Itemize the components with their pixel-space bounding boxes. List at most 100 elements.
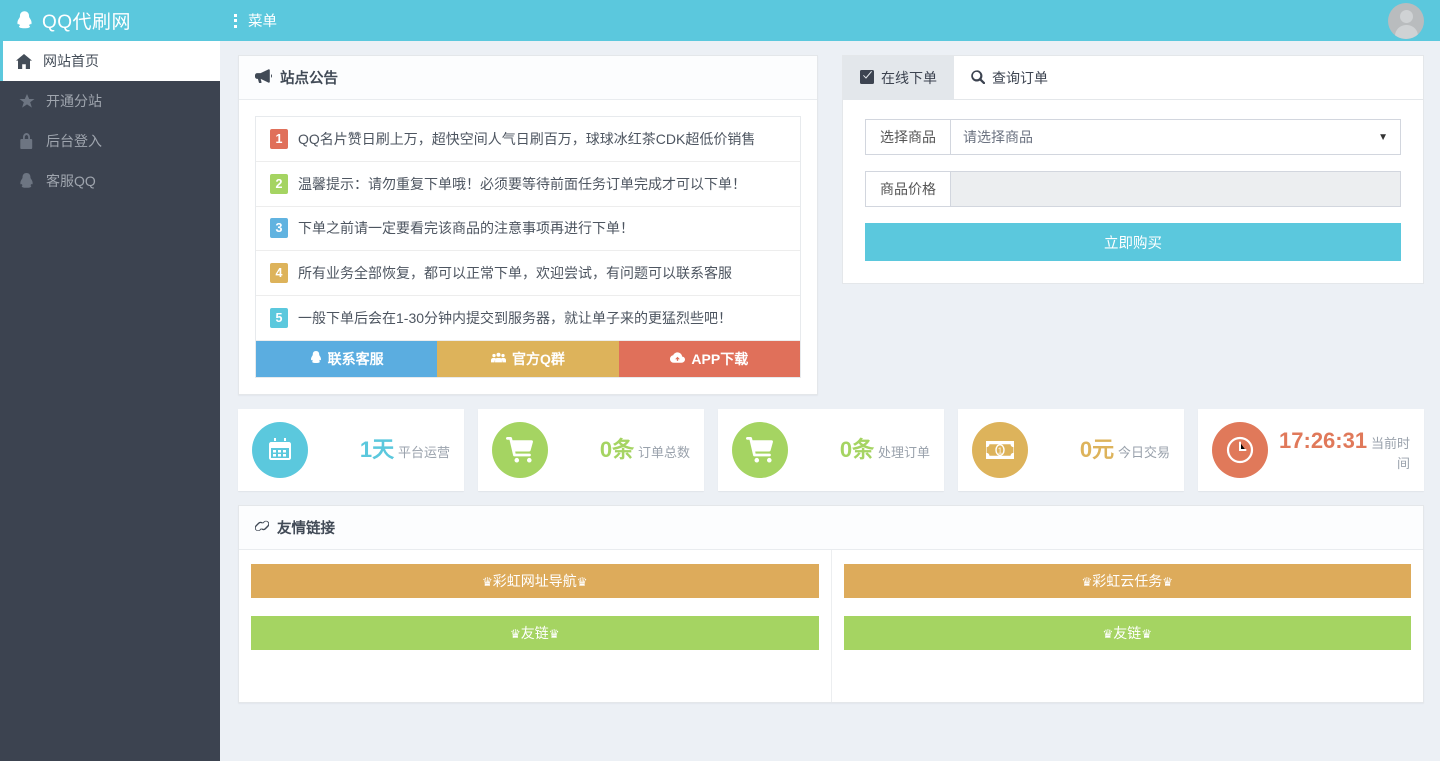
friend-links-title: 友情链接	[277, 517, 335, 538]
announcement-actions: 联系客服 官方Q群	[256, 341, 800, 377]
announcement-title: 站点公告	[280, 67, 338, 88]
product-select-label: 选择商品	[865, 119, 950, 155]
friend-link-item[interactable]: ♛彩虹网址导航♛	[251, 564, 819, 598]
avatar[interactable]	[1388, 3, 1424, 39]
stat-label: 订单总数	[638, 445, 690, 460]
crown-icon: ♛	[1162, 575, 1173, 589]
brand-logo[interactable]: QQ代刷网	[0, 0, 220, 41]
stat-card-platform-days: 1天 平台运营	[238, 409, 464, 491]
calendar-icon	[252, 422, 308, 478]
crown-icon: ♛	[482, 575, 493, 589]
friend-links-box: 友情链接 ♛彩虹网址导航♛ ♛友链♛ ♛彩虹云任务♛ ♛友链♛	[238, 505, 1424, 703]
product-select[interactable]: 请选择商品 ▼	[950, 119, 1401, 155]
sidebar-item-open-substation[interactable]: 开通分站	[0, 81, 220, 121]
stat-value: 0条	[600, 437, 634, 462]
order-column: 在线下单 查询订单 选择商品 请选择商品 ▼	[842, 55, 1424, 395]
friend-link-label: 友链	[521, 625, 549, 641]
friend-link-label: 彩虹网址导航	[493, 573, 577, 589]
users-icon	[491, 341, 506, 377]
stat-value: 0元	[1080, 437, 1114, 462]
stat-card-current-time: 17:26:31 当前时间	[1198, 409, 1424, 491]
stat-card-today-transactions: 1 0元 今日交易	[958, 409, 1184, 491]
stat-text: 17:26:31 当前时间	[1268, 428, 1410, 472]
contact-service-button[interactable]: 联系客服	[256, 341, 437, 377]
product-price-label: 商品价格	[865, 171, 950, 207]
announcement-body: 1 QQ名片赞日刷上万，超快空间人气日刷百万，球球冰红茶CDK超低价销售 2 温…	[239, 100, 817, 394]
announcement-box: 站点公告 1 QQ名片赞日刷上万，超快空间人气日刷百万，球球冰红茶CDK超低价销…	[238, 55, 818, 395]
tab-query-order-label: 查询订单	[992, 68, 1048, 88]
tab-query-order[interactable]: 查询订单	[954, 56, 1065, 100]
stat-text: 0条 处理订单	[840, 437, 930, 462]
friend-link-label: 友链	[1113, 625, 1141, 641]
sidebar-item-admin-login[interactable]: 后台登入	[0, 121, 220, 161]
crown-icon: ♛	[549, 627, 560, 641]
bullhorn-icon	[255, 69, 272, 86]
qq-penguin-icon	[18, 173, 35, 189]
crown-icon: ♛	[577, 575, 588, 589]
official-qq-group-label: 官方Q群	[512, 341, 565, 377]
menu-toggle-button[interactable]: 菜单	[220, 0, 291, 41]
friend-links-header: 友情链接	[239, 506, 1423, 550]
announcement-badge: 5	[270, 308, 288, 328]
crown-icon: ♛	[1081, 575, 1092, 589]
sidebar: 网站首页 开通分站 后台登入 客服QQ	[0, 41, 220, 761]
cart-plus-icon	[732, 422, 788, 478]
search-icon	[971, 70, 985, 87]
top-header: QQ代刷网 菜单	[0, 0, 1440, 41]
product-price-group: 商品价格	[865, 171, 1401, 207]
clock-icon	[1212, 422, 1268, 478]
announcement-text: 所有业务全部恢复，都可以正常下单，欢迎尝试，有问题可以联系客服	[298, 263, 732, 283]
stat-text: 1天 平台运营	[360, 437, 450, 462]
sidebar-item-service-qq[interactable]: 客服QQ	[0, 161, 220, 201]
stat-card-processing-orders: 0条 处理订单	[718, 409, 944, 491]
stat-cards: 1天 平台运营 0条 订单总数 0条 处理订单 1	[238, 409, 1424, 491]
announcement-badge: 1	[270, 129, 288, 149]
buy-now-button[interactable]: 立即购买	[865, 223, 1401, 261]
crown-icon: ♛	[510, 627, 521, 641]
announcement-item: 5 一般下单后会在1-30分钟内提交到服务器，就让单子来的更猛烈些吧！	[256, 296, 800, 341]
official-qq-group-button[interactable]: 官方Q群	[437, 341, 618, 377]
qq-penguin-icon	[310, 341, 322, 377]
stat-label: 平台运营	[398, 445, 450, 460]
announcement-item: 4 所有业务全部恢复，都可以正常下单，欢迎尝试，有问题可以联系客服	[256, 251, 800, 296]
tab-online-order[interactable]: 在线下单	[843, 56, 954, 100]
friend-links-body: ♛彩虹网址导航♛ ♛友链♛ ♛彩虹云任务♛ ♛友链♛	[239, 550, 1423, 702]
order-form: 选择商品 请选择商品 ▼ 商品价格 立即购买	[843, 100, 1423, 283]
qq-penguin-icon	[16, 10, 33, 31]
star-icon	[18, 94, 35, 109]
friend-link-item[interactable]: ♛彩虹云任务♛	[844, 564, 1412, 598]
cloud-download-icon	[670, 341, 685, 377]
main-content: 站点公告 1 QQ名片赞日刷上万，超快空间人气日刷百万，球球冰红茶CDK超低价销…	[220, 41, 1440, 761]
announcement-text: 一般下单后会在1-30分钟内提交到服务器，就让单子来的更猛烈些吧！	[298, 308, 732, 328]
sidebar-item-home[interactable]: 网站首页	[0, 41, 220, 81]
stat-text: 0条 订单总数	[600, 437, 690, 462]
product-price-input[interactable]	[950, 171, 1401, 207]
friend-link-item[interactable]: ♛友链♛	[251, 616, 819, 650]
home-icon	[15, 54, 32, 69]
announcement-header: 站点公告	[239, 56, 817, 100]
announcement-item: 3 下单之前请一定要看完该商品的注意事项再进行下单！	[256, 207, 800, 252]
svg-text:1: 1	[998, 446, 1003, 455]
friend-links-left-column: ♛彩虹网址导航♛ ♛友链♛	[239, 550, 832, 702]
app-download-label: APP下载	[691, 341, 748, 377]
announcement-text: 温馨提示：请勿重复下单哦！必须要等待前面任务订单完成才可以下单！	[298, 174, 746, 194]
sidebar-item-label: 网站首页	[43, 51, 99, 71]
product-select-group: 选择商品 请选择商品 ▼	[865, 119, 1401, 155]
sidebar-item-label: 客服QQ	[46, 171, 96, 191]
announcement-column: 站点公告 1 QQ名片赞日刷上万，超快空间人气日刷百万，球球冰红茶CDK超低价销…	[238, 55, 818, 395]
announcement-item: 1 QQ名片赞日刷上万，超快空间人气日刷百万，球球冰红茶CDK超低价销售	[256, 117, 800, 162]
order-box: 在线下单 查询订单 选择商品 请选择商品 ▼	[842, 55, 1424, 284]
lock-icon	[18, 133, 35, 149]
check-square-icon	[860, 70, 874, 87]
tab-online-order-label: 在线下单	[881, 68, 937, 88]
friend-link-item[interactable]: ♛友链♛	[844, 616, 1412, 650]
app-download-button[interactable]: APP下载	[619, 341, 800, 377]
announcement-badge: 3	[270, 218, 288, 238]
contact-service-label: 联系客服	[328, 341, 384, 377]
sidebar-item-label: 后台登入	[46, 131, 102, 151]
product-select-value: 请选择商品	[963, 127, 1033, 147]
avatar-head	[1400, 10, 1413, 23]
stat-value: 17:26:31	[1279, 428, 1367, 453]
stat-label: 当前时间	[1371, 436, 1410, 471]
announcement-badge: 4	[270, 263, 288, 283]
